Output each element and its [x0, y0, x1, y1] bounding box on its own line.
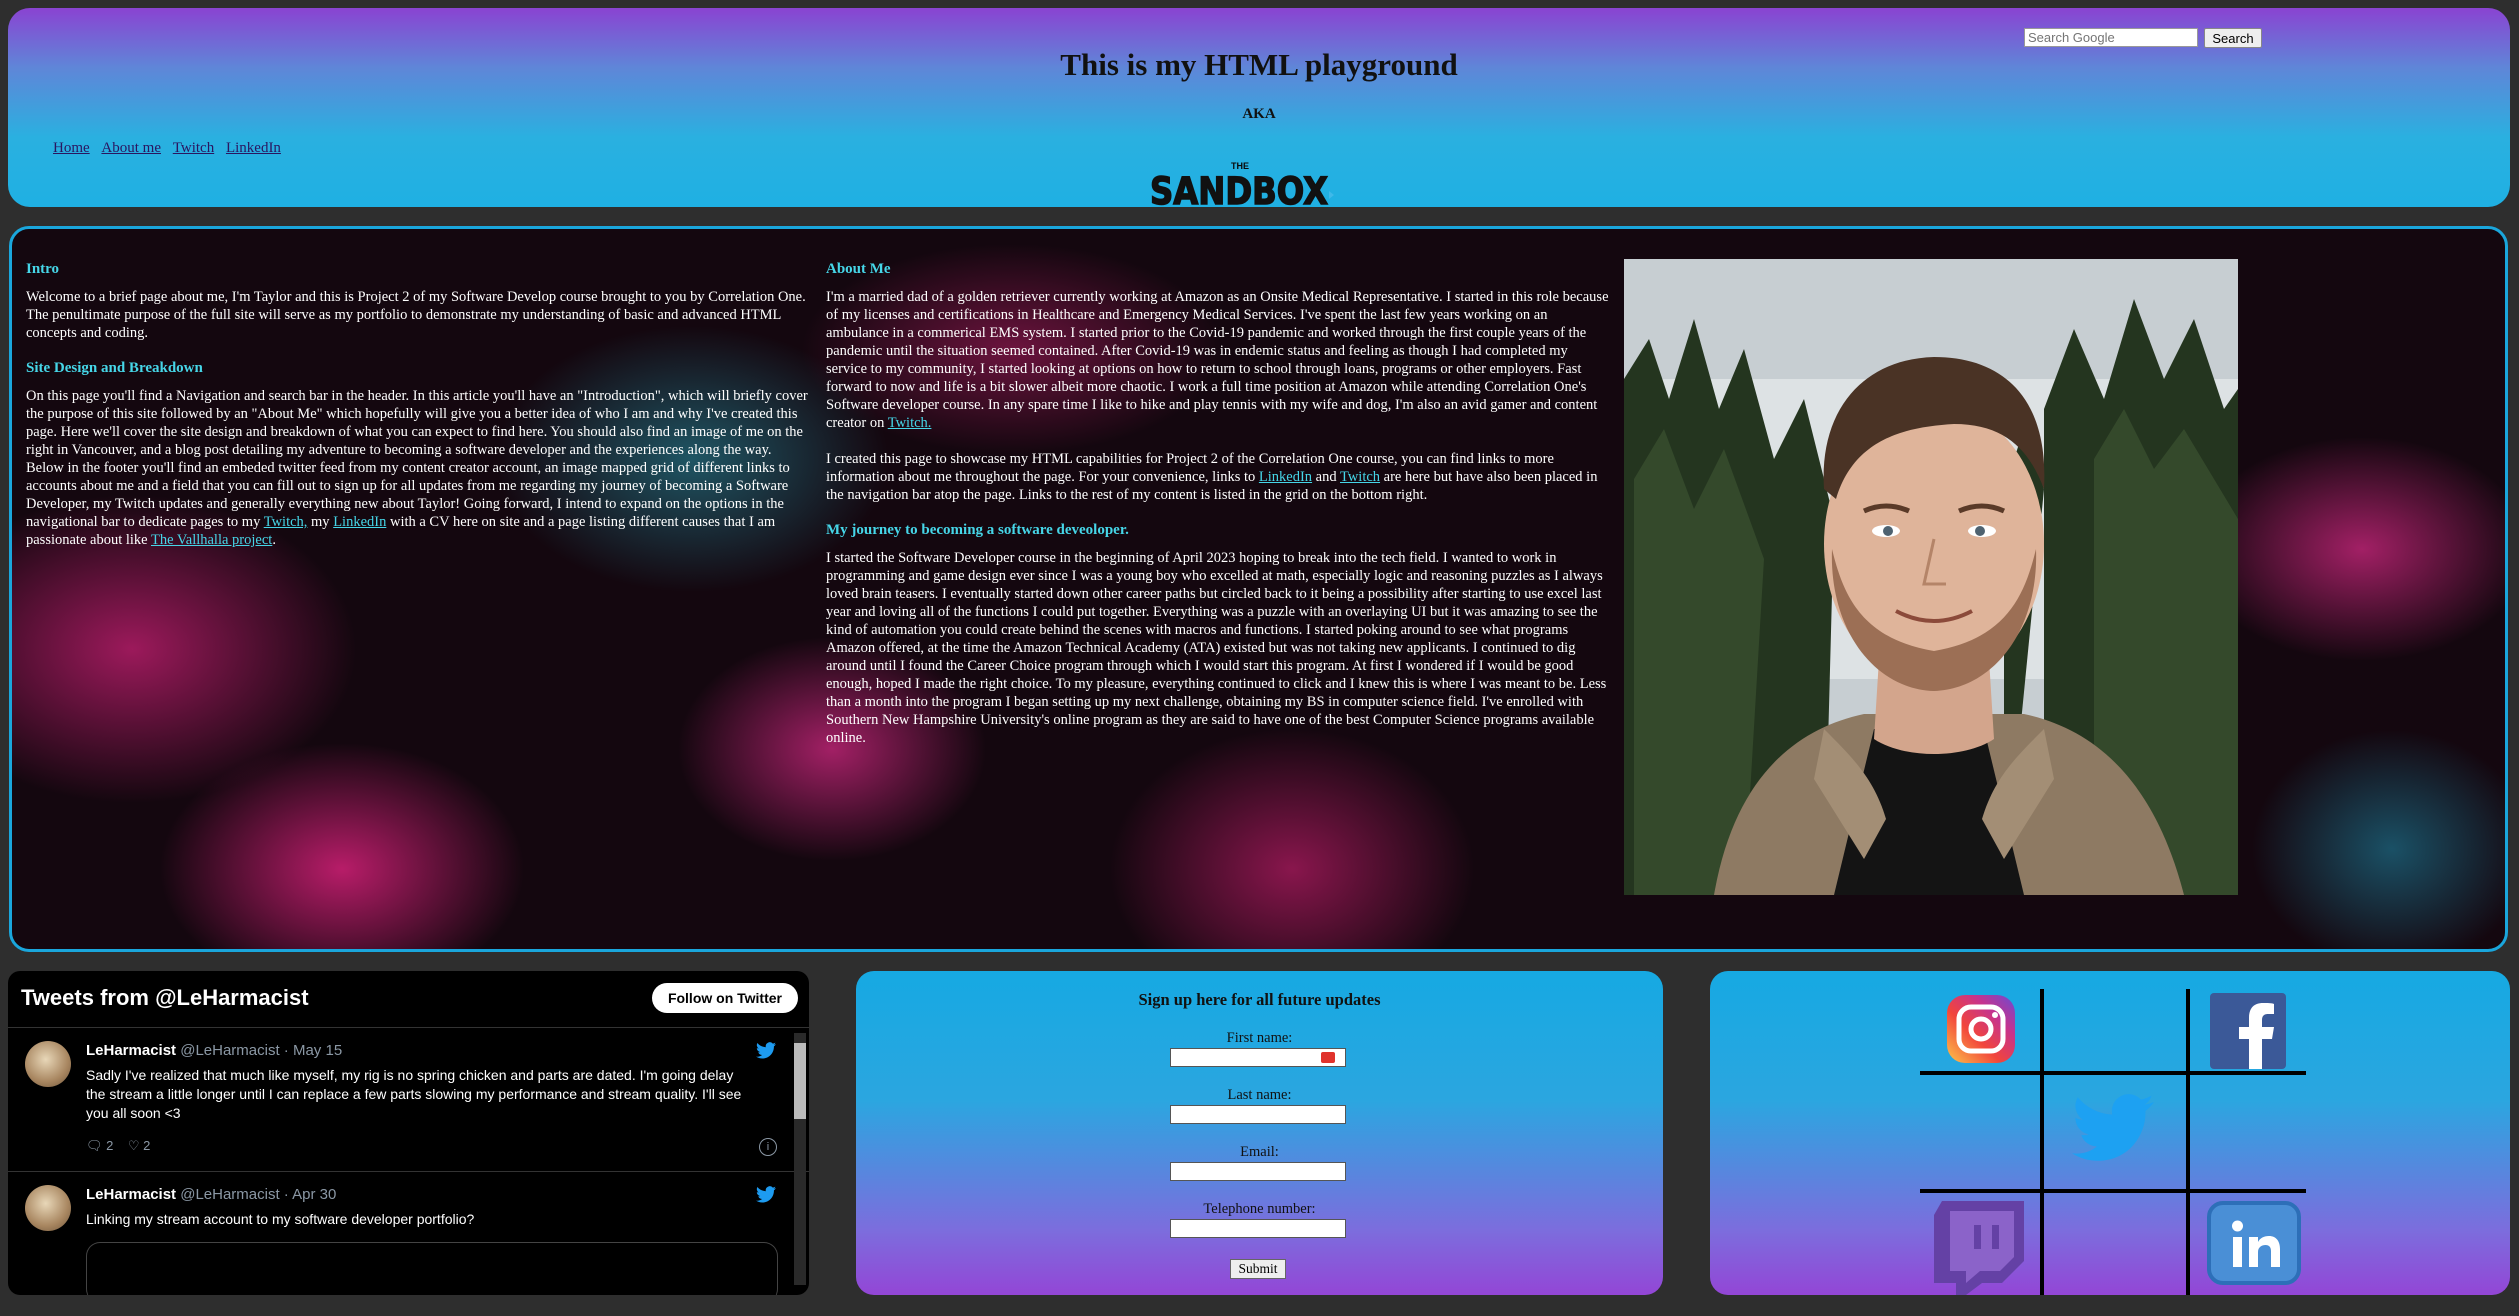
tweet-author[interactable]: LeHarmacist @LeHarmacist · Apr 30 [86, 1186, 336, 1203]
search-button[interactable]: Search [2204, 28, 2262, 48]
social-links-grid [1710, 971, 2510, 1295]
twitch-link[interactable]: Twitch. [888, 415, 932, 431]
journey-heading: My journey to becoming a software deveol… [826, 522, 1129, 538]
reply-count: 2 [106, 1138, 114, 1153]
tweet-media-card[interactable] [86, 1242, 778, 1295]
tweet[interactable]: LeHarmacist @LeHarmacist · May 15 Sadly … [8, 1028, 809, 1172]
linkedin-icon[interactable] [2207, 1201, 2301, 1285]
tweet-author[interactable]: LeHarmacist @LeHarmacist · May 15 [86, 1042, 342, 1059]
twitch-icon[interactable] [1932, 1201, 2028, 1295]
profile-photo [1624, 259, 2238, 895]
sandbox-logo: THE SANDBOX [1149, 161, 1334, 210]
like-count: 2 [143, 1138, 151, 1153]
about-heading: About Me [826, 261, 891, 277]
page-header: Search This is my HTML playground AKA Ho… [8, 8, 2510, 210]
submit-button[interactable]: Submit [1230, 1259, 1286, 1279]
intro-heading: Intro [26, 261, 60, 277]
avatar[interactable] [25, 1041, 71, 1087]
journey-text: I started the Software Developer course … [826, 550, 1607, 746]
aka-label: AKA [1242, 106, 1276, 122]
signup-heading: Sign up here for all future updates [1138, 990, 1381, 1009]
vallhalla-link[interactable]: The Vallhalla project [151, 532, 272, 548]
nav-twitch-link[interactable]: Twitch [171, 140, 216, 156]
about-links-text: I created this page to showcase my HTML … [826, 451, 1598, 503]
first-name-label: First name: [1226, 1030, 1293, 1046]
instagram-icon[interactable] [1945, 993, 2017, 1065]
twitter-title: Tweets from @LeHarmacist [21, 985, 309, 1010]
twitch-link[interactable]: Twitch, [264, 514, 308, 530]
follow-button[interactable]: Follow on Twitter [651, 983, 798, 1013]
info-icon[interactable]: i [759, 1138, 777, 1156]
page-title: This is my HTML playground [1060, 47, 1458, 82]
first-name-field[interactable] [1170, 1048, 1346, 1067]
telephone-label: Telephone number: [1203, 1201, 1316, 1217]
telephone-field[interactable] [1170, 1219, 1346, 1238]
search-input[interactable] [2024, 28, 2198, 47]
linkedin-link[interactable]: LinkedIn [333, 514, 386, 530]
twitter-feed[interactable]: Tweets from @LeHarmacist Follow on Twitt… [8, 971, 809, 1295]
avatar[interactable] [25, 1185, 71, 1231]
like-icon[interactable]: ♡ [128, 1138, 140, 1153]
signup-form: Sign up here for all future updates Firs… [856, 971, 1663, 1295]
twitch-link[interactable]: Twitch [1340, 469, 1380, 485]
nav-linkedin-link[interactable]: LinkedIn [224, 140, 283, 156]
about-column: About Me I'm a married dad of a golden r… [826, 261, 1611, 765]
twitter-header: Tweets from @LeHarmacist Follow on Twitt… [8, 971, 809, 1028]
scrollbar-thumb[interactable] [794, 1043, 806, 1119]
email-label: Email: [1240, 1144, 1279, 1160]
facebook-icon[interactable] [2210, 993, 2286, 1069]
svg-text:SANDBOX: SANDBOX [1150, 170, 1328, 210]
main-article: Intro Welcome to a brief page about me, … [9, 226, 2508, 952]
design-heading: Site Design and Breakdown [26, 360, 203, 376]
tweet-text: Linking my stream account to my software… [86, 1211, 475, 1227]
twitter-bird-icon[interactable] [756, 1186, 776, 1203]
design-text: On this page you'll find a Navigation an… [26, 388, 808, 548]
twitter-icon[interactable] [2072, 1092, 2154, 1164]
autofill-icon[interactable] [1321, 1052, 1335, 1063]
about-text: I'm a married dad of a golden retriever … [826, 289, 1609, 431]
nav-about-link[interactable]: About me [99, 140, 163, 156]
intro-column: Intro Welcome to a brief page about me, … [26, 261, 811, 567]
tweet-text: Sadly I've realized that much like mysel… [86, 1067, 742, 1121]
email-field[interactable] [1170, 1162, 1346, 1181]
tweet[interactable]: LeHarmacist @LeHarmacist · Apr 30 Linkin… [8, 1172, 809, 1295]
last-name-label: Last name: [1227, 1087, 1292, 1103]
intro-text: Welcome to a brief page about me, I'm Ta… [26, 289, 806, 341]
last-name-field[interactable] [1170, 1105, 1346, 1124]
linkedin-link[interactable]: LinkedIn [1259, 469, 1312, 485]
nav-home-link[interactable]: Home [51, 140, 92, 156]
tweet-actions: 🗨︎ 2 ♡ 2 [86, 1138, 150, 1154]
twitter-bird-icon[interactable] [756, 1042, 776, 1059]
reply-icon[interactable]: 🗨︎ [86, 1138, 103, 1153]
nav-bar: Home About me Twitch LinkedIn [51, 140, 287, 157]
